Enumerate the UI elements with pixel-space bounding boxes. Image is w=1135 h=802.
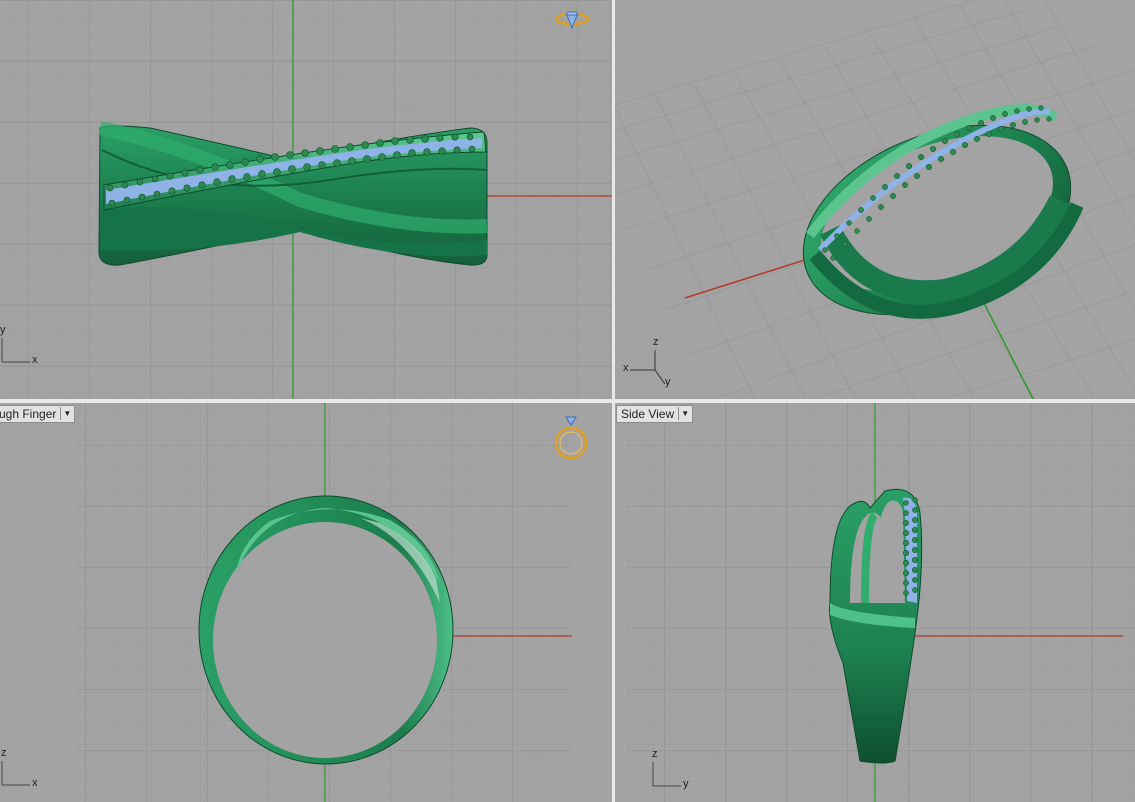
axis-label-z: z	[1, 747, 7, 759]
viewport-perspective[interactable]: z x y	[615, 0, 1135, 399]
axis-label-y: y	[665, 376, 671, 388]
axis-label-x: x	[623, 362, 629, 374]
front-view-canvas[interactable]	[0, 403, 612, 802]
chevron-down-icon[interactable]: ▼	[678, 407, 691, 420]
ring-front-model[interactable]	[198, 495, 454, 765]
viewport-side[interactable]: Side View ▼ y z	[615, 403, 1135, 802]
top-view-canvas[interactable]	[0, 0, 612, 399]
viewport-top[interactable]: x y	[0, 0, 612, 399]
axis-label-y: y	[0, 324, 6, 336]
viewport-label-front[interactable]: ugh Finger ▼	[0, 405, 76, 423]
axis-label-z: z	[653, 336, 659, 348]
viewport-title: ugh Finger	[0, 407, 57, 421]
perspective-view-canvas[interactable]	[615, 0, 1135, 399]
chevron-down-icon[interactable]: ▼	[60, 407, 73, 420]
viewport-label-side[interactable]: Side View ▼	[616, 405, 694, 423]
axis-label-x: x	[32, 354, 38, 366]
viewport-splitter-horizontal[interactable]	[0, 399, 1135, 403]
viewport-title: Side View	[621, 407, 675, 421]
viewport-front[interactable]: ugh Finger ▼ x z	[0, 403, 612, 802]
axis-label-y: y	[683, 778, 689, 790]
side-view-canvas[interactable]	[615, 403, 1135, 802]
axis-label-x: x	[32, 777, 38, 789]
axis-label-z: z	[652, 748, 658, 760]
